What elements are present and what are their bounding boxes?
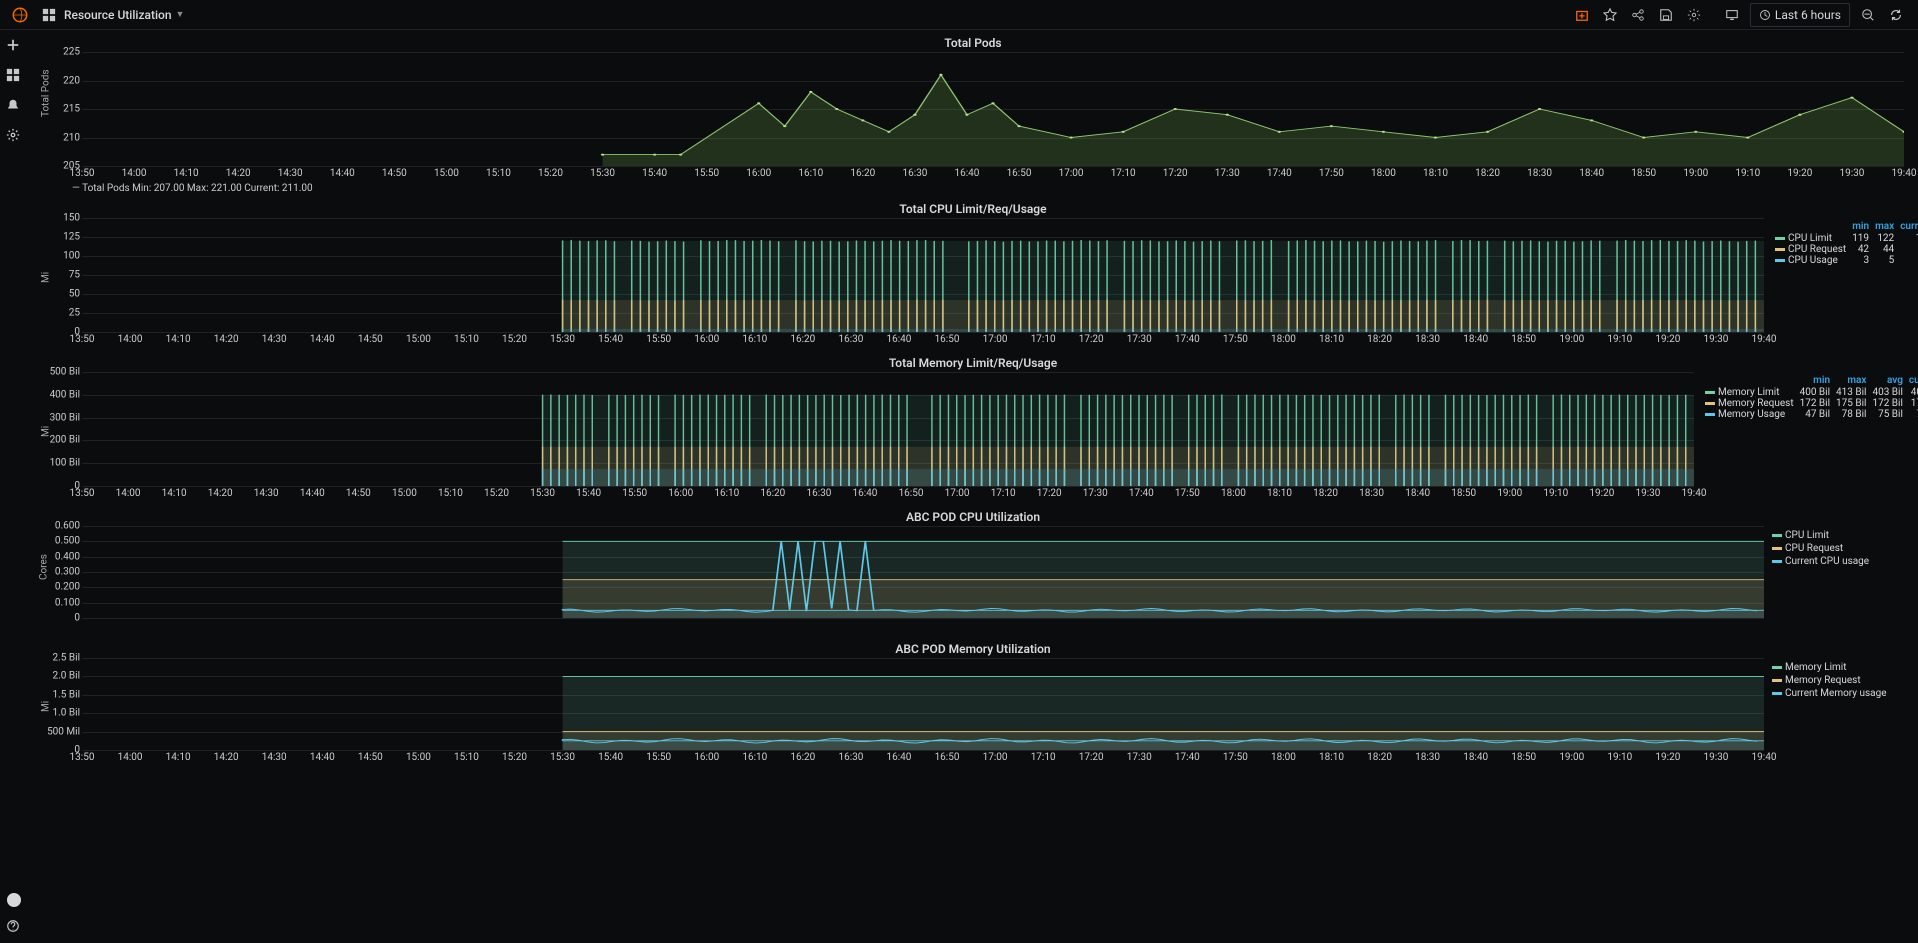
panel-pod-memory[interactable]: ABC POD Memory Utilization Mi 0500 Mil1.… (38, 638, 1908, 766)
share-icon[interactable] (1624, 3, 1652, 27)
time-range-button[interactable]: Last 6 hours (1750, 3, 1850, 27)
legend-pod-cpu: CPU LimitCPU RequestCurrent CPU usage (1768, 526, 1908, 634)
dashboard-icon[interactable] (40, 6, 58, 24)
time-range-text: Last 6 hours (1775, 8, 1841, 22)
help-icon[interactable] (6, 919, 22, 935)
refresh-icon[interactable] (1882, 3, 1910, 27)
add-panel-icon[interactable] (1568, 3, 1596, 27)
chart-total-pods[interactable]: Total Pods 205210215220225 13:5014:0014:… (38, 52, 1908, 182)
chart-pod-memory[interactable]: Mi 0500 Mil1.0 Bil1.5 Bil2.0 Bil2.5 Bil … (38, 658, 1768, 766)
panel-legend-stats: — Total Pods Min: 207.00 Max: 221.00 Cur… (38, 183, 1908, 194)
panel-total-pods[interactable]: Total Pods Total Pods 205210215220225 13… (38, 32, 1908, 194)
side-nav (0, 30, 28, 943)
chart-pod-cpu[interactable]: Cores 00.1000.2000.3000.4000.5000.600 (38, 526, 1768, 634)
panel-total-cpu[interactable]: Total CPU Limit/Req/Usage Mi 02550751001… (38, 198, 1908, 348)
dashboard-content: Total Pods Total Pods 205210215220225 13… (28, 30, 1918, 780)
dashboards-icon[interactable] (6, 68, 22, 84)
legend-total-cpu: minmaxcurrentCPU Limit119122119CPU Reque… (1768, 218, 1908, 348)
plus-icon[interactable] (6, 38, 22, 54)
chart-total-cpu[interactable]: Mi 0255075100125150 13:5014:0014:1014:20… (38, 218, 1768, 348)
panel-total-memory[interactable]: Total Memory Limit/Req/Usage Mi 0100 Bil… (38, 352, 1908, 502)
panel-title: Total Pods (38, 32, 1908, 52)
grafana-logo-icon[interactable] (8, 3, 32, 27)
monitor-icon[interactable] (1718, 3, 1746, 27)
clock-icon (1759, 9, 1771, 21)
star-icon[interactable] (1596, 3, 1624, 27)
panel-title: Total Memory Limit/Req/Usage (38, 352, 1908, 372)
alert-bell-icon[interactable] (6, 98, 22, 114)
panel-title: ABC POD CPU Utilization (38, 506, 1908, 526)
zoom-out-icon[interactable] (1854, 3, 1882, 27)
legend-pod-memory: Memory LimitMemory RequestCurrent Memory… (1768, 658, 1908, 766)
toolbar: Last 6 hours (1568, 3, 1910, 27)
top-bar: Resource Utilization ▼ Last 6 hours (0, 0, 1918, 30)
legend-total-memory: minmaxavgcurrentMemory Limit400 Bil413 B… (1698, 372, 1908, 502)
panel-title: Total CPU Limit/Req/Usage (38, 198, 1908, 218)
save-icon[interactable] (1652, 3, 1680, 27)
panel-pod-cpu[interactable]: ABC POD CPU Utilization Cores 00.1000.20… (38, 506, 1908, 634)
gear-icon[interactable] (1680, 3, 1708, 27)
config-gear-icon[interactable] (6, 128, 22, 144)
panel-title: ABC POD Memory Utilization (38, 638, 1908, 658)
user-avatar[interactable] (7, 893, 21, 907)
dashboard-title-text: Resource Utilization (64, 8, 172, 22)
dashboard-title[interactable]: Resource Utilization ▼ (64, 8, 184, 22)
chevron-down-icon: ▼ (176, 9, 185, 20)
chart-total-memory[interactable]: Mi 0100 Bil200 Bil300 Bil400 Bil500 Bil … (38, 372, 1698, 502)
